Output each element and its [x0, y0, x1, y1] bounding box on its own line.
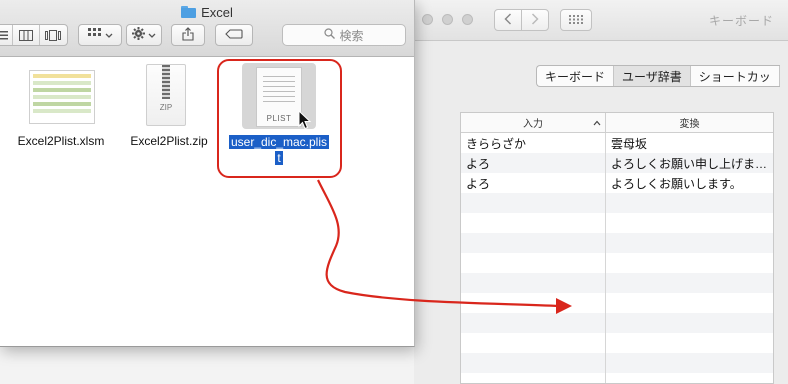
folder-icon [181, 6, 197, 18]
share-icon [182, 26, 194, 44]
back-button[interactable] [494, 9, 522, 31]
file-xlsm[interactable]: Excel2Plist.xlsm [6, 134, 116, 149]
close-button[interactable] [422, 14, 433, 25]
file-zip[interactable]: Excel2Plist.zip [116, 134, 222, 149]
cell-input: きららざか [461, 133, 606, 153]
prefs-toolbar: キーボード [414, 0, 788, 41]
zoom-button[interactable] [462, 14, 473, 25]
finder-window: Excel 検索 Excel2Plist.xlsm ZIP Excel2Plis… [0, 0, 415, 347]
table-row-empty [461, 293, 773, 313]
coverflow-view-icon[interactable] [40, 25, 66, 45]
tag-icon [225, 28, 243, 42]
column-header-input[interactable]: 入力 [461, 113, 606, 132]
table-row-empty [461, 193, 773, 213]
chevron-down-icon [148, 28, 156, 42]
tab-keyboard[interactable]: キーボード [537, 66, 615, 86]
table-row-empty [461, 253, 773, 273]
grid-icon [569, 13, 583, 27]
forward-button[interactable] [521, 9, 549, 31]
annotation-highlight-box [217, 59, 342, 178]
minimize-button[interactable] [442, 14, 453, 25]
search-placeholder: 検索 [339, 28, 364, 43]
column-header-label: 変換 [679, 119, 700, 130]
cell-conversion: 雲母坂 [611, 136, 648, 151]
window-title-label: Excel [201, 4, 233, 20]
table-header: 入力 変換 [461, 113, 773, 133]
cell-input: よろ [461, 153, 606, 173]
action-button[interactable] [126, 24, 162, 46]
window-title: キーボード [708, 14, 774, 28]
zipper-graphic [162, 65, 170, 99]
sort-ascending-icon [593, 118, 601, 128]
zip-file-icon[interactable]: ZIP [146, 64, 186, 126]
window-title: Excel [0, 4, 414, 20]
arrange-button[interactable] [78, 24, 122, 46]
cell-conversion: よろしくお願い申し上げま… [611, 156, 768, 171]
search-icon [324, 28, 336, 42]
cell-conversion: よろしくお願いします。 [611, 176, 742, 191]
chevron-right-icon [531, 12, 539, 28]
table-row[interactable]: よろ よろしくお願いします。 [461, 173, 773, 193]
column-view-icon[interactable] [13, 25, 40, 45]
chevron-left-icon [504, 12, 512, 28]
mouse-pointer-icon [298, 109, 312, 133]
tab-shortcuts[interactable]: ショートカッ [691, 66, 780, 86]
show-all-button[interactable] [560, 9, 592, 31]
user-dictionary-table: 入力 変換 きららざか 雲母坂 よろ よろしくお願い申し上げま… よろ よろしく… [460, 112, 774, 384]
file-label: Excel2Plist.xlsm [17, 134, 105, 148]
chevron-down-icon [105, 28, 113, 42]
tags-button[interactable] [215, 24, 253, 46]
column-header-conversion[interactable]: 変換 [606, 113, 773, 132]
gear-icon [132, 27, 145, 43]
search-input[interactable]: 検索 [282, 24, 406, 46]
tab-user-dictionary[interactable]: ユーザ辞書 [614, 66, 691, 86]
table-row-empty [461, 333, 773, 353]
list-view-icon[interactable] [0, 25, 13, 45]
table-row[interactable]: よろ よろしくお願い申し上げま… [461, 153, 773, 173]
cell-input: よろ [461, 173, 606, 193]
table-row-empty [461, 373, 773, 383]
table-row-empty [461, 353, 773, 373]
zip-badge: ZIP [159, 103, 173, 112]
table-row-empty [461, 213, 773, 233]
table-row-empty [461, 233, 773, 253]
xlsm-file-icon[interactable] [29, 70, 95, 124]
keyboard-preferences-window: キーボード キーボード ユーザ辞書 ショートカッ 入力 変換 きららざか 雲母坂… [414, 0, 788, 384]
table-row-empty [461, 313, 773, 333]
share-button[interactable] [171, 24, 205, 46]
column-header-label: 入力 [523, 119, 543, 130]
file-label: Excel2Plist.zip [130, 134, 208, 148]
table-row-empty [461, 273, 773, 293]
prefs-tab-bar: キーボード ユーザ辞書 ショートカッ [536, 65, 780, 87]
table-row[interactable]: きららざか 雲母坂 [461, 133, 773, 153]
arrange-grid-icon [87, 28, 102, 42]
view-mode-control[interactable] [0, 24, 68, 46]
finder-toolbar: Excel 検索 [0, 0, 414, 57]
